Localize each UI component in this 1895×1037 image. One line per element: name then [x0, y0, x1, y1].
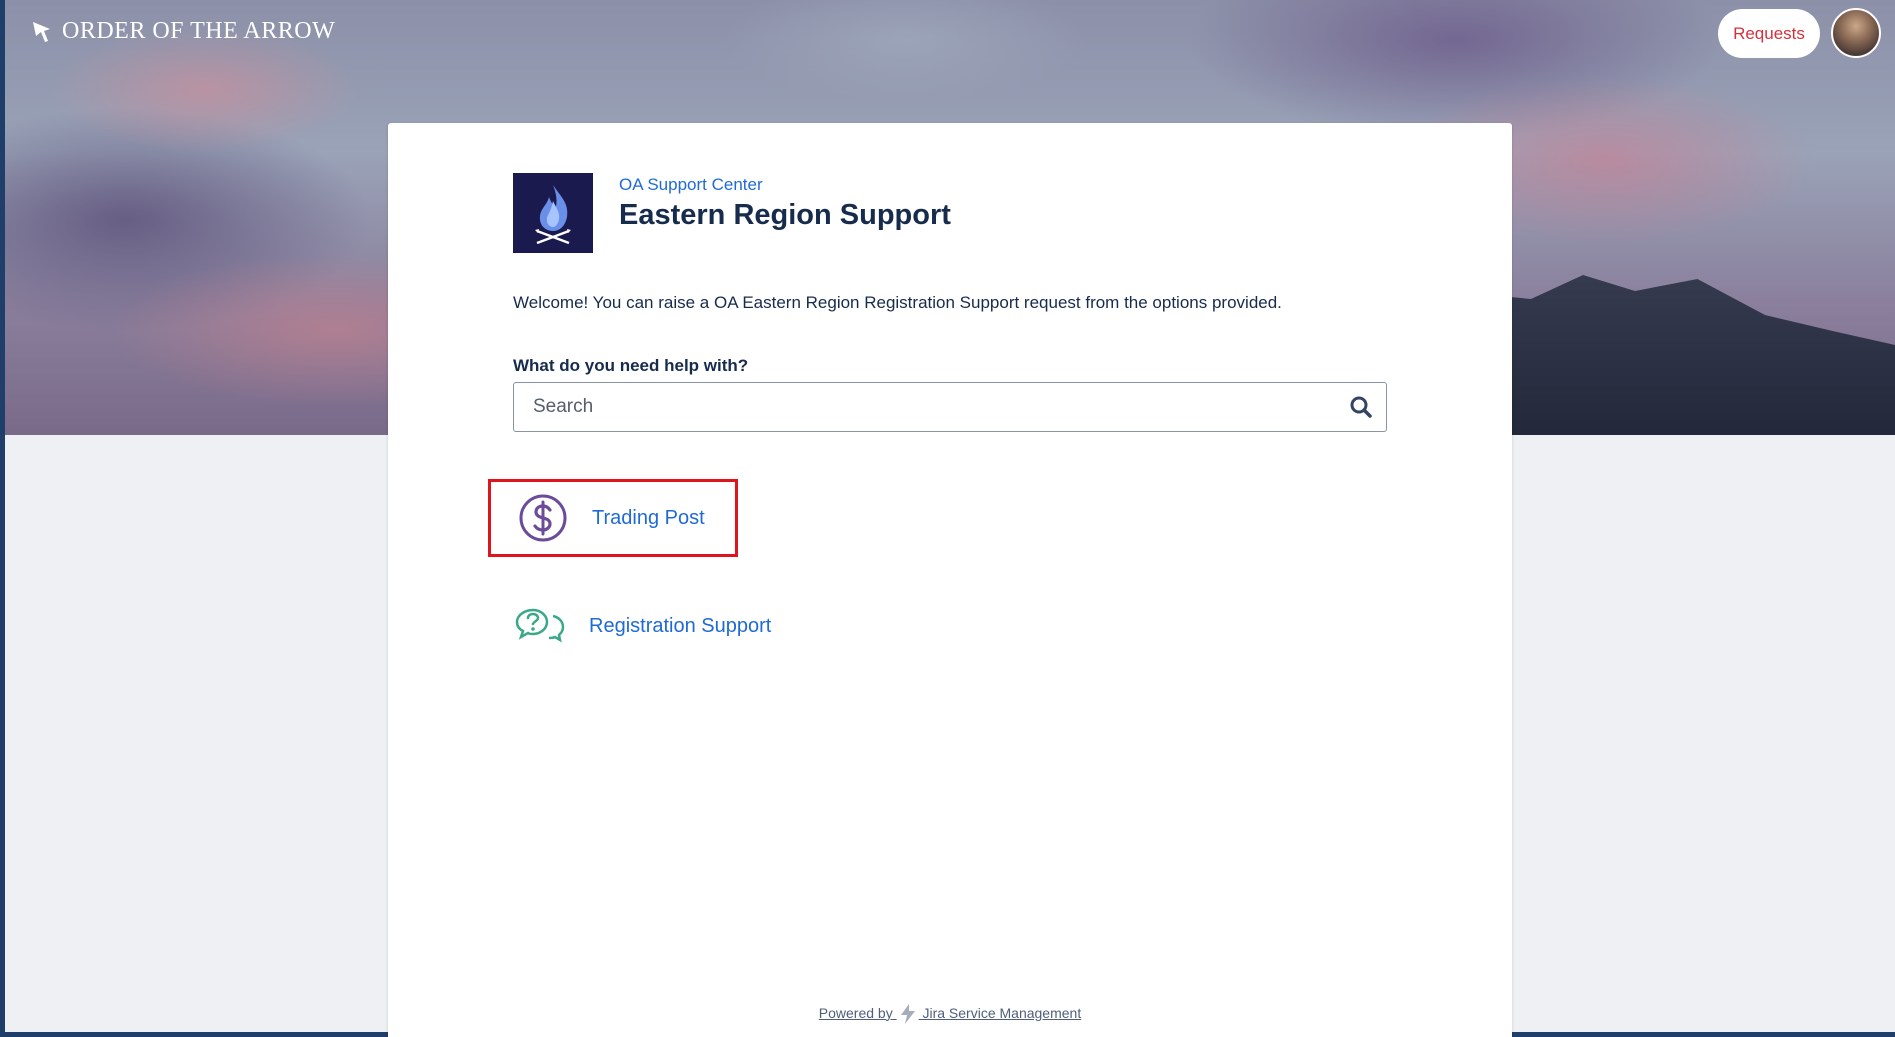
- jira-lightning-icon: [900, 1004, 915, 1024]
- arrowhead-icon: [33, 21, 50, 42]
- brand-logo-link[interactable]: ORDER OF THE ARROW: [30, 18, 335, 45]
- search-icon: [1350, 396, 1372, 418]
- portal-logo: [513, 173, 593, 253]
- search-container: [513, 382, 1387, 432]
- search-input[interactable]: [514, 383, 1336, 431]
- dollar-circle-icon: [519, 494, 567, 542]
- flame-arrows-icon: [535, 185, 571, 245]
- page-title: Eastern Region Support: [619, 199, 951, 231]
- welcome-message: Welcome! You can raise a OA Eastern Regi…: [513, 293, 1282, 312]
- product-name: Jira Service Management: [922, 1004, 1082, 1021]
- brand-text: ORDER OF THE ARROW: [62, 18, 336, 44]
- user-avatar[interactable]: [1831, 8, 1881, 58]
- request-type-label: Trading Post: [592, 506, 705, 529]
- request-type-registration-support[interactable]: Registration Support: [515, 598, 771, 654]
- powered-by-link[interactable]: Powered by Jira Service Management: [818, 1004, 1082, 1024]
- request-type-label: Registration Support: [589, 614, 772, 637]
- powered-by-prefix: Powered by: [818, 1004, 893, 1021]
- search-label: What do you need help with?: [513, 356, 749, 375]
- portal-card: OA Support Center Eastern Region Support…: [388, 123, 1512, 1037]
- question-chat-icon: [515, 608, 565, 643]
- page-frame: ORDER OF THE ARROW Requests OA Support C…: [0, 0, 1895, 1037]
- requests-button[interactable]: Requests: [1718, 9, 1820, 58]
- powered-by-footer: Powered by Jira Service Management: [388, 1003, 1512, 1025]
- request-type-trading-post[interactable]: Trading Post: [488, 479, 738, 557]
- portal-header: OA Support Center Eastern Region Support: [619, 175, 951, 232]
- search-button[interactable]: [1336, 383, 1386, 431]
- breadcrumb-help-center[interactable]: OA Support Center: [619, 175, 951, 195]
